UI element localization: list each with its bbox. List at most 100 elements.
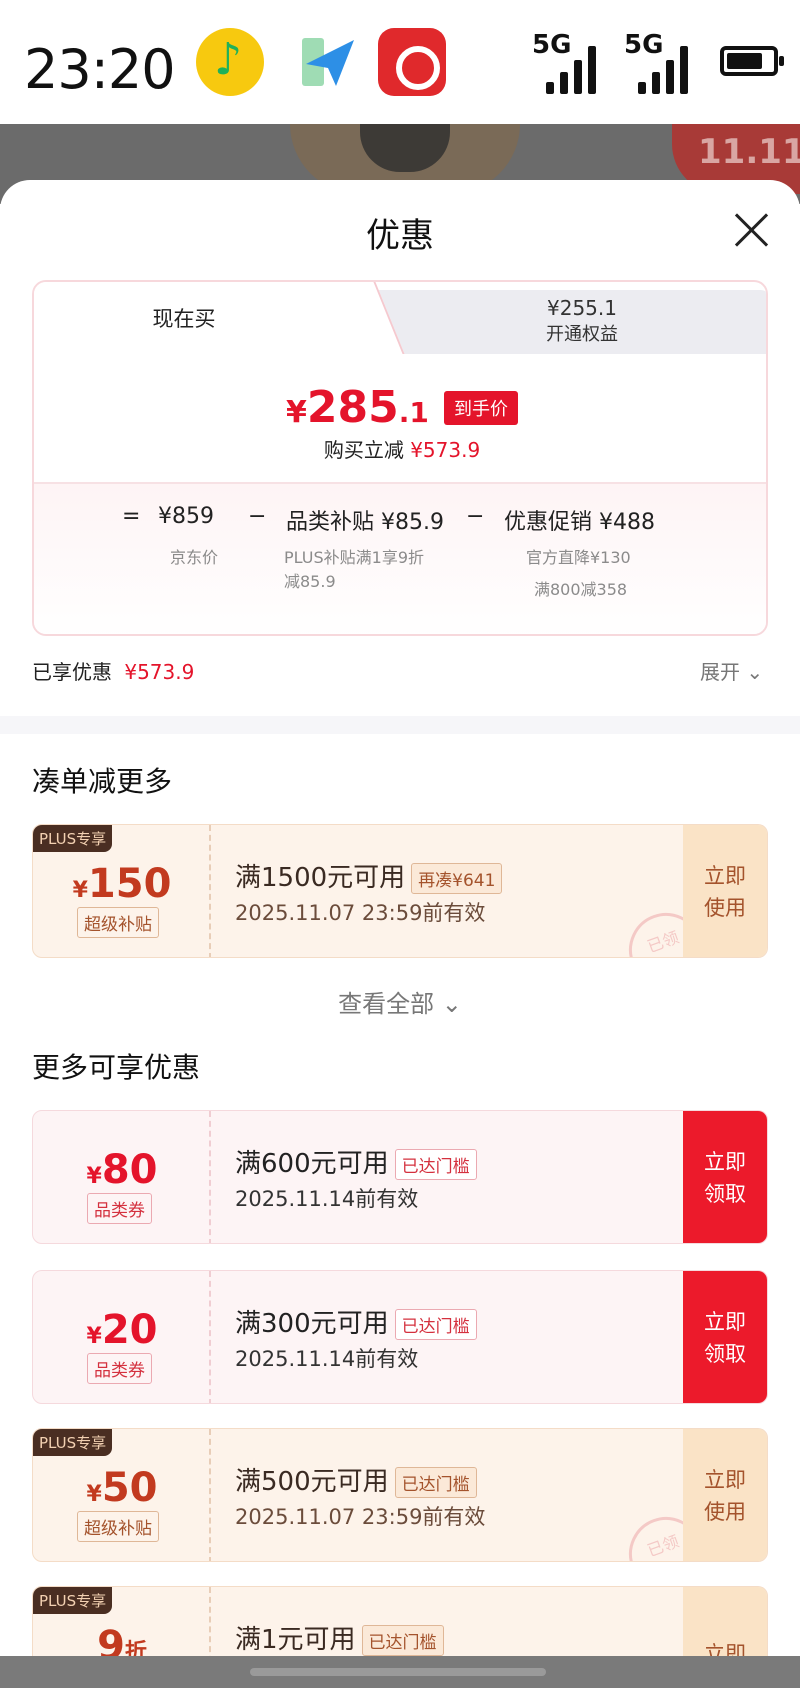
promo-sub-2: 满800减358 — [534, 580, 628, 599]
final-price-tag: 到手价 — [443, 390, 518, 425]
coupon-chip: 再凑¥641 — [411, 863, 503, 894]
price-card: ¥255.1 开通权益 现在买 ¥285.1 到手价 购买立减 ¥573.9 =… — [32, 280, 768, 636]
coupon-chip: 已达门槛 — [394, 1149, 477, 1180]
send-arrow-icon — [296, 28, 364, 96]
section-title-more: 更多可享优惠 — [32, 1051, 201, 1084]
action-line-2: 使用 — [704, 1500, 746, 1524]
status-bar: 23:20 5G 5G — [0, 0, 800, 124]
coupon-condition-text: 满1500元可用 — [235, 863, 406, 893]
coupon-condition-text: 满500元可用 — [235, 1467, 389, 1497]
coupon-condition: 满300元可用 已达门槛 — [235, 1303, 477, 1340]
jd-price-label: 京东价 — [170, 548, 219, 567]
use-now-button[interactable]: 立即 使用 — [683, 1429, 767, 1561]
coupon-value-area: ¥80 品类券 — [33, 1111, 211, 1243]
coupon-amount: ¥20 — [33, 1307, 211, 1353]
equals-sign: = — [122, 504, 141, 529]
price-breakdown: = ¥859 − 品类补贴 ¥85.9 − 优惠促销 ¥488 京东价 PLUS… — [34, 482, 766, 634]
currency-symbol: ¥ — [86, 1164, 102, 1189]
coupon-amount-value: 50 — [101, 1465, 158, 1511]
coupon-condition-text: 满1元可用 — [235, 1625, 356, 1655]
discount-sheet: 优惠 ¥255.1 开通权益 现在买 ¥285.1 到手价 购买立减 ¥573.… — [0, 180, 800, 1688]
coupon-condition: 满1元可用 已达门槛 — [235, 1619, 444, 1656]
enjoyed-value: ¥573.9 — [124, 660, 195, 684]
coupon-kind: 超级补贴 — [77, 1511, 159, 1542]
view-all-button[interactable]: 查看全部 ⌄ — [0, 984, 800, 1019]
coupon-chip: 已达门槛 — [394, 1467, 477, 1498]
status-time: 23:20 — [24, 38, 176, 101]
coupon-amount: ¥150 — [33, 861, 211, 907]
claim-now-button[interactable]: 立即 领取 — [683, 1111, 767, 1243]
action-line-2: 使用 — [704, 896, 746, 920]
enjoyed-label: 已享优惠 — [32, 660, 112, 684]
currency-symbol: ¥ — [72, 878, 88, 903]
section-title-bundle: 凑单减更多 — [32, 765, 173, 798]
promo-sub-1: 官方直降¥130 — [526, 548, 631, 567]
signal-5g-icon: 5G — [624, 30, 696, 94]
coupon-card: ¥80 品类券 满600元可用 已达门槛 2025.11.14前有效 立即 领取 — [32, 1110, 768, 1244]
minus-sign: − — [248, 504, 267, 529]
action-line-1: 立即 — [704, 1310, 746, 1334]
currency-symbol: ¥ — [86, 1324, 102, 1349]
enjoyed-discount: 已享优惠 ¥573.9 — [32, 656, 194, 685]
close-icon[interactable] — [732, 210, 772, 250]
jd-price: ¥859 — [158, 504, 214, 529]
coupon-amount: ¥80 — [33, 1147, 211, 1193]
promo-discount: 优惠促销 ¥488 — [504, 510, 655, 535]
plus-price: ¥255.1 — [547, 296, 617, 320]
coupon-condition-text: 满300元可用 — [235, 1309, 389, 1339]
sheet-title: 优惠 — [366, 216, 434, 256]
tab-buy-now-label: 现在买 — [152, 307, 216, 331]
final-price-row: ¥285.1 到手价 — [34, 382, 766, 433]
coupon-card: ¥20 品类券 满300元可用 已达门槛 2025.11.14前有效 立即 领取 — [32, 1270, 768, 1404]
battery-icon — [720, 46, 784, 76]
currency-symbol: ¥ — [86, 1482, 102, 1507]
price-integer: 285 — [306, 382, 399, 433]
signal-label: 5G — [624, 30, 664, 60]
saving-value: ¥573.9 — [410, 438, 481, 462]
category-subsidy: 品类补贴 ¥85.9 — [286, 510, 444, 535]
coupon-expiry: 2025.11.07 23:59前有效 — [235, 1505, 486, 1529]
qq-music-icon — [196, 28, 264, 96]
coupon-expiry: 2025.11.07 23:59前有效 — [235, 901, 486, 925]
saving-line: 购买立减 ¥573.9 — [34, 434, 766, 463]
coupon-expiry: 2025.11.14前有效 — [235, 1187, 419, 1211]
coupon-amount-value: 20 — [101, 1307, 158, 1353]
coupon-amount-value: 150 — [87, 861, 172, 907]
coupon-condition: 满1500元可用 再凑¥641 — [235, 857, 503, 894]
action-line-1: 立即 — [704, 1468, 746, 1492]
final-price: ¥285.1 — [286, 382, 429, 433]
tab-plus-membership[interactable]: ¥255.1 开通权益 — [352, 290, 766, 354]
coupon-amount-value: 80 — [101, 1147, 158, 1193]
tab-buy-now[interactable]: 现在买 — [34, 282, 364, 354]
coupon-condition-text: 满600元可用 — [235, 1149, 389, 1179]
coupon-value-area: PLUS专享 ¥150 超级补贴 — [33, 825, 211, 957]
coupon-chip: 已达门槛 — [361, 1625, 444, 1656]
action-line-1: 立即 — [704, 1150, 746, 1174]
netease-music-icon — [378, 28, 446, 96]
signal-5g-icon: 5G — [532, 30, 604, 94]
plus-exclusive-badge: PLUS专享 — [33, 825, 113, 852]
currency-symbol: ¥ — [286, 395, 307, 430]
category-sub-1: PLUS补贴满1享9折 — [284, 548, 424, 567]
section-divider — [0, 716, 800, 734]
category-sub-2: 减85.9 — [284, 572, 336, 591]
expand-button[interactable]: 展开 ⌄ — [700, 656, 763, 685]
action-line-1: 立即 — [704, 864, 746, 888]
coupon-value-area: PLUS专享 ¥50 超级补贴 — [33, 1429, 211, 1561]
coupon-expiry: 2025.11.14前有效 — [235, 1347, 419, 1371]
coupon-kind: 品类券 — [87, 1193, 152, 1224]
claim-now-button[interactable]: 立即 领取 — [683, 1271, 767, 1403]
coupon-kind: 超级补贴 — [77, 907, 159, 938]
use-now-button[interactable]: 立即 使用 — [683, 825, 767, 957]
saving-label: 购买立减 — [323, 438, 404, 462]
coupon-condition: 满500元可用 已达门槛 — [235, 1461, 477, 1498]
plus-label: 开通权益 — [546, 324, 618, 345]
coupon-amount: ¥50 — [33, 1465, 211, 1511]
coupon-kind: 品类券 — [87, 1353, 152, 1384]
price-decimal: .1 — [398, 396, 429, 429]
coupon-value-area: ¥20 品类券 — [33, 1271, 211, 1403]
battery-level — [727, 53, 762, 69]
coupon-condition: 满600元可用 已达门槛 — [235, 1143, 477, 1180]
home-indicator[interactable] — [250, 1668, 546, 1676]
coupon-card: PLUS专享 ¥150 超级补贴 满1500元可用 再凑¥641 2025.11.… — [32, 824, 768, 958]
